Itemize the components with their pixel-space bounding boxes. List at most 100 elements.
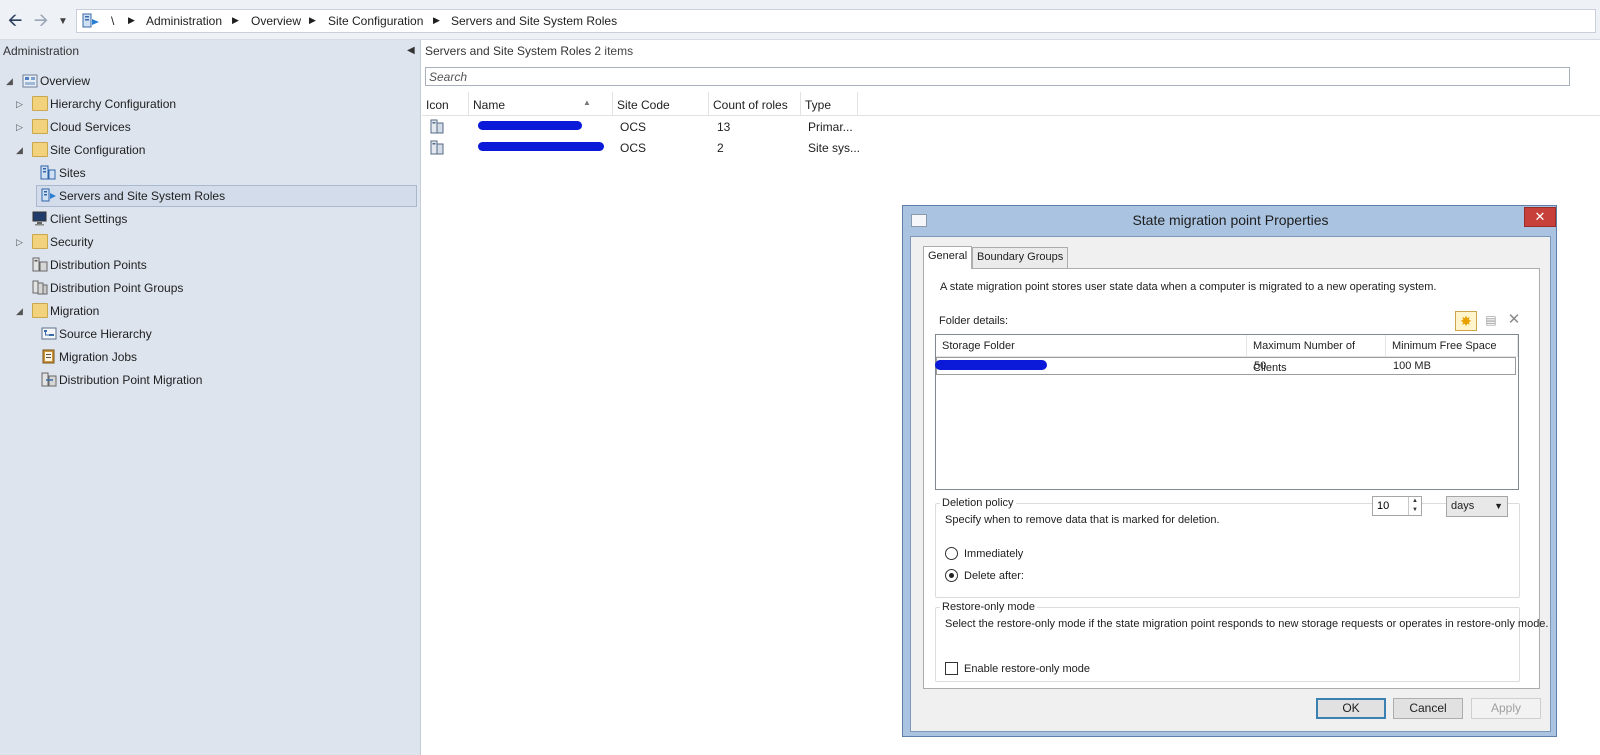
column-header-min-free-space[interactable]: Minimum Free Space [1386, 335, 1518, 357]
dropdown-icon[interactable]: ▼ [56, 12, 70, 34]
expanded-arrow-icon[interactable]: ◢ [6, 70, 13, 92]
min-free-space-cell: 100 MB [1393, 360, 1431, 372]
results-title-text: Servers and Site System Roles [425, 44, 592, 58]
list-item[interactable]: 50 100 MB [935, 357, 1516, 375]
server-icon [430, 140, 444, 155]
search-input[interactable] [425, 67, 1570, 86]
table-row[interactable]: OCS 13 Primar... [422, 116, 1600, 137]
delete-after-label[interactable]: Delete after: [964, 570, 1024, 582]
column-header-count-of-roles[interactable]: Count of roles [709, 92, 801, 116]
tab-general[interactable]: General [923, 246, 973, 269]
cancel-button[interactable]: Cancel [1393, 698, 1463, 719]
results-count: 2 items [594, 44, 634, 58]
expanded-arrow-icon[interactable]: ◢ [16, 300, 23, 322]
back-arrow-icon[interactable]: 🡨 [4, 10, 26, 32]
collapsed-arrow-icon[interactable]: ▷ [16, 116, 23, 138]
tree-item-label: Hierarchy Configuration [50, 97, 177, 111]
navigation-pane: Administration ◀ ◢ Overview ▷ Hierarchy … [0, 40, 421, 755]
collapsed-arrow-icon[interactable]: ▷ [16, 231, 23, 253]
column-header-row: Icon Name ▲ Site Code Count of roles Typ… [422, 92, 1600, 116]
immediately-label[interactable]: Immediately [964, 548, 1023, 560]
tree-item-overview[interactable]: ◢ Overview [4, 70, 304, 92]
server-roles-icon [41, 188, 56, 202]
collapse-pane-icon[interactable]: ◀ [407, 45, 415, 56]
collapsed-arrow-icon[interactable]: ▷ [16, 93, 23, 115]
tree-item-hierarchy-configuration[interactable]: ▷ Hierarchy Configuration [14, 93, 314, 115]
expanded-arrow-icon[interactable]: ◢ [16, 139, 23, 161]
dialog-title: State migration point Properties [1132, 212, 1329, 228]
tree-item-distribution-points[interactable]: Distribution Points [32, 254, 332, 276]
redacted-name [478, 121, 582, 130]
column-header-name[interactable]: Name ▲ [469, 92, 613, 116]
breadcrumb-servers-roles[interactable]: Servers and Site System Roles [451, 14, 617, 28]
breadcrumb: \ ▶ Administration ▶ Overview ▶ Site Con… [76, 9, 1596, 33]
restore-only-hint: Select the restore-only mode if the stat… [945, 618, 1549, 630]
column-header-icon[interactable]: Icon [422, 92, 469, 116]
table-row[interactable]: OCS 2 Site sys... [422, 137, 1600, 158]
tree-item-label: Source Hierarchy [59, 327, 152, 341]
forward-arrow-icon[interactable]: 🡪 [30, 10, 52, 32]
spin-arrows-icon[interactable]: ▲ ▼ [1408, 497, 1421, 515]
breadcrumb-separator-icon[interactable]: ▶ [232, 15, 239, 26]
count-of-roles-cell: 13 [717, 120, 731, 134]
tree-item-client-settings[interactable]: Client Settings [32, 208, 332, 230]
breadcrumb-root[interactable]: \ [111, 14, 114, 28]
computer-icon [32, 211, 47, 226]
breadcrumb-separator-icon[interactable]: ▶ [433, 15, 440, 26]
apply-button[interactable]: Apply [1471, 698, 1541, 719]
column-header-max-clients[interactable]: Maximum Number of Clients [1247, 335, 1386, 374]
column-header-type[interactable]: Type [801, 92, 858, 116]
breadcrumb-administration[interactable]: Administration [146, 14, 222, 28]
tree-item-label: Security [50, 235, 94, 249]
delete-after-radio[interactable] [945, 569, 958, 582]
properties-dialog: State migration point Properties ✕ Gener… [902, 205, 1557, 737]
clipboard-icon [42, 349, 55, 364]
server-roles-icon [82, 13, 99, 28]
tree-item-distribution-point-migration[interactable]: Distribution Point Migration [41, 369, 341, 391]
tree-item-cloud-services[interactable]: ▷ Cloud Services [14, 116, 314, 138]
deletion-policy-hint: Specify when to remove data that is mark… [945, 514, 1220, 526]
type-cell: Primar... [808, 120, 853, 134]
chevron-down-icon: ▼ [1494, 501, 1503, 511]
breadcrumb-separator-icon[interactable]: ▶ [309, 15, 316, 26]
tree-item-label: Overview [40, 74, 91, 88]
delete-icon[interactable]: ✕ [1504, 311, 1524, 331]
tree-item-migration[interactable]: ◢ Migration [14, 300, 314, 322]
results-title: Servers and Site System Roles 2 items [425, 44, 633, 58]
restore-only-label[interactable]: Enable restore-only mode [964, 663, 1090, 675]
tree-item-source-hierarchy[interactable]: Source Hierarchy [41, 323, 341, 345]
breadcrumb-overview[interactable]: Overview [251, 14, 301, 28]
deletion-policy-group: Deletion policy Specify when to remove d… [935, 497, 1520, 598]
unit-select-value: days [1451, 500, 1475, 512]
dialog-body: General Boundary Groups A state migratio… [910, 236, 1551, 732]
breadcrumb-separator-icon[interactable]: ▶ [128, 15, 135, 26]
type-cell: Site sys... [808, 141, 861, 155]
close-button[interactable]: ✕ [1524, 207, 1556, 227]
tab-boundary-groups[interactable]: Boundary Groups [972, 247, 1069, 268]
tree-item-label: Migration [50, 304, 100, 318]
new-icon[interactable]: ✸ [1455, 311, 1477, 331]
delete-after-unit-select[interactable]: days ▼ [1446, 496, 1508, 517]
tree-item-security[interactable]: ▷ Security [14, 231, 314, 253]
tree-item-site-configuration[interactable]: ◢ Site Configuration [14, 139, 314, 161]
immediately-radio[interactable] [945, 547, 958, 560]
tree-item-sites[interactable]: Sites [40, 162, 340, 184]
ok-button[interactable]: OK [1316, 698, 1386, 719]
general-tab-panel: A state migration point stores user stat… [923, 268, 1549, 689]
column-header-name-label: Name [473, 98, 506, 112]
column-header-site-code[interactable]: Site Code [613, 92, 709, 116]
column-header-storage-folder[interactable]: Storage Folder [936, 335, 1247, 357]
server-icon [430, 119, 444, 134]
site-code-cell: OCS [620, 141, 647, 155]
tree-item-migration-jobs[interactable]: Migration Jobs [41, 346, 341, 368]
tree-item-label: Sites [59, 166, 86, 180]
properties-icon[interactable]: ▤ [1481, 311, 1501, 331]
tree-item-distribution-point-groups[interactable]: Distribution Point Groups [32, 277, 332, 299]
breadcrumb-site-configuration[interactable]: Site Configuration [328, 14, 423, 28]
address-bar: 🡨 🡪 ▼ \ ▶ Administration ▶ Overview ▶ Si… [0, 0, 1600, 40]
tree-item-label: Distribution Point Groups [50, 281, 184, 295]
redacted-name [478, 142, 604, 151]
restore-only-checkbox[interactable] [945, 662, 958, 675]
tree-item-servers-roles[interactable]: Servers and Site System Roles [36, 185, 417, 207]
tree-item-label: Site Configuration [50, 143, 146, 157]
